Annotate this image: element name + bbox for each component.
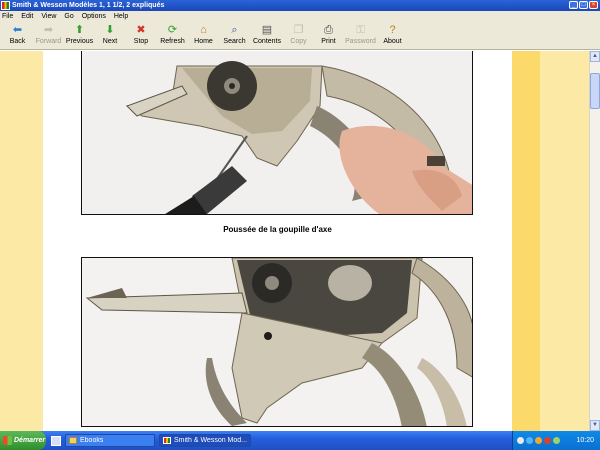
scroll-up-arrow-icon[interactable]: ▲ <box>590 51 600 62</box>
key-icon: ⚿ <box>356 24 365 36</box>
ebook-icon <box>163 437 171 444</box>
window-title-bar: Smith & Wesson Modèles 1, 1 1/2, 2 expli… <box>0 0 600 11</box>
right-margin-band-outer <box>540 51 589 431</box>
tray-icon-1[interactable] <box>517 437 524 444</box>
toolbar-button-label: Home <box>194 38 213 45</box>
system-tray: 10:20 <box>512 431 600 450</box>
windows-logo-icon <box>3 436 12 445</box>
document-view[interactable]: Poussée de la goupille d'axe <box>0 51 589 431</box>
toolbar-button-label: Back <box>9 38 26 45</box>
about-icon: ? <box>389 24 396 36</box>
scrollbar-thumb[interactable] <box>590 73 600 109</box>
toolbar: ⬅ Back ➡ Forward ⬆ Previous ⬇ Next ✖ Stop ⟳ Refresh… <box>0 22 600 50</box>
window-controls: _ □ × <box>569 1 598 9</box>
app-icon <box>1 1 10 10</box>
toolbar-button-label: Forward <box>35 38 62 45</box>
toolbar-button-label: Password <box>345 38 376 45</box>
window-title: Smith & Wesson Modèles 1, 1 1/2, 2 expli… <box>12 2 165 9</box>
tray-icon-2[interactable] <box>526 437 533 444</box>
revolver-frame-photo-pin-push <box>81 51 473 215</box>
tray-icon-3[interactable] <box>535 437 542 444</box>
quick-launch-desktop-icon[interactable] <box>51 435 61 446</box>
revolver-frame-photo-detail <box>81 257 473 427</box>
search-button[interactable]: ⌕ Search <box>219 22 250 50</box>
password-button[interactable]: ⚿ Password <box>344 22 377 50</box>
page: Poussée de la goupille d'axe <box>43 51 512 431</box>
search-icon: ⌕ <box>231 24 238 36</box>
start-button[interactable]: Démarrer <box>0 431 46 450</box>
back-button[interactable]: ⬅ Back <box>2 22 33 50</box>
home-icon: ⌂ <box>200 24 207 36</box>
right-margin-band <box>512 51 540 431</box>
left-margin-band <box>0 51 43 431</box>
maximize-button[interactable]: □ <box>579 1 588 9</box>
toolbar-button-label: Next <box>102 38 118 45</box>
toolbar-button-label: Refresh <box>160 38 185 45</box>
print-icon: ⎙ <box>324 24 333 36</box>
toolbar-button-label: Stop <box>133 38 149 45</box>
stop-icon: ✖ <box>136 24 146 36</box>
folder-icon <box>69 437 77 444</box>
menu-file[interactable]: File <box>2 11 13 22</box>
copy-button[interactable]: ❐ Copy <box>284 22 313 50</box>
contents-icon: ▤ <box>261 24 273 36</box>
start-label: Démarrer <box>14 437 46 444</box>
taskbar-item-label: Ebooks <box>80 437 104 444</box>
toolbar-button-label: About <box>383 38 402 45</box>
next-arrow-icon: ⬇ <box>105 24 115 36</box>
menu-edit[interactable]: Edit <box>21 11 33 22</box>
home-button[interactable]: ⌂ Home <box>188 22 219 50</box>
previous-arrow-icon: ⬆ <box>74 24 85 36</box>
refresh-button[interactable]: ⟳ Refresh <box>157 22 188 50</box>
tray-icon-5[interactable] <box>553 437 560 444</box>
print-button[interactable]: ⎙ Print <box>313 22 344 50</box>
forward-arrow-icon: ➡ <box>43 24 54 36</box>
previous-button[interactable]: ⬆ Previous <box>64 22 95 50</box>
vertical-scrollbar[interactable]: ▲ ▼ <box>589 51 600 431</box>
scroll-down-arrow-icon[interactable]: ▼ <box>590 420 600 431</box>
clock: 10:20 <box>576 437 594 444</box>
toolbar-button-label: Contents <box>252 38 282 45</box>
forward-button[interactable]: ➡ Forward <box>33 22 64 50</box>
menu-bar: File Edit View Go Options Help <box>0 11 600 22</box>
taskbar-item-ebooks[interactable]: Ebooks <box>65 434 155 447</box>
toolbar-button-label: Copy <box>290 38 307 45</box>
menu-help[interactable]: Help <box>114 11 128 22</box>
copy-icon: ❐ <box>293 24 304 36</box>
toolbar-button-label: Previous <box>65 38 94 45</box>
toolbar-button-label: Print <box>321 38 336 45</box>
taskbar-item-ebook-window[interactable]: Smith & Wesson Mod... <box>159 434 251 447</box>
back-arrow-icon: ⬅ <box>12 24 23 36</box>
next-button[interactable]: ⬇ Next <box>95 22 125 50</box>
menu-go[interactable]: Go <box>64 11 73 22</box>
toolbar-button-label: Search <box>223 38 246 45</box>
taskbar-item-label: Smith & Wesson Mod... <box>174 437 248 444</box>
tray-icon-4[interactable] <box>544 437 551 444</box>
close-button[interactable]: × <box>589 1 598 9</box>
about-button[interactable]: ? About <box>377 22 408 50</box>
taskbar: Démarrer Ebooks Smith & Wesson Mod... 10… <box>0 431 600 450</box>
minimize-button[interactable]: _ <box>569 1 578 9</box>
image-caption: Poussée de la goupille d'axe <box>223 225 332 234</box>
menu-options[interactable]: Options <box>82 11 106 22</box>
menu-view[interactable]: View <box>41 11 56 22</box>
refresh-icon: ⟳ <box>167 24 178 36</box>
stop-button[interactable]: ✖ Stop <box>125 22 157 50</box>
contents-button[interactable]: ▤ Contents <box>250 22 284 50</box>
